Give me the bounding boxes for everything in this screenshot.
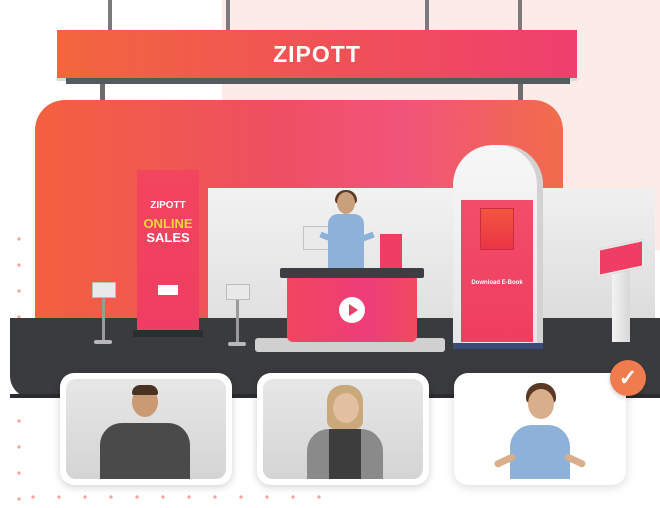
virtual-booth-scene: ZIPOTT ZIPOTT ONLINE SALES Download E-Bo… bbox=[0, 0, 660, 508]
hanging-rod bbox=[518, 0, 522, 30]
tower-base bbox=[453, 343, 543, 349]
counter-display-box bbox=[380, 234, 402, 272]
banner-title: ZIPOTT bbox=[273, 40, 361, 67]
avatar-preview bbox=[460, 379, 620, 479]
avatar-body bbox=[100, 423, 190, 479]
reception-counter bbox=[287, 278, 417, 342]
banner-underside bbox=[66, 78, 570, 84]
avatar-hair bbox=[132, 385, 158, 395]
hanging-rod bbox=[425, 0, 429, 30]
stand-pole bbox=[102, 298, 105, 340]
avatar-option-male[interactable] bbox=[60, 373, 232, 485]
checkmark-icon: ✓ bbox=[610, 360, 646, 396]
download-ebook-label: Download E-Book bbox=[471, 280, 523, 286]
rollup-brand: ZIPOTT bbox=[150, 200, 186, 211]
play-icon bbox=[349, 304, 358, 316]
hanging-rod bbox=[108, 0, 112, 30]
avatar-shirt bbox=[329, 429, 361, 479]
avatar-head bbox=[528, 389, 554, 419]
rollup-line-1: ONLINE bbox=[143, 216, 193, 231]
avatar-option-female-blonde[interactable] bbox=[257, 373, 429, 485]
download-ebook-screen[interactable]: Download E-Book bbox=[461, 200, 533, 342]
kiosk-screen bbox=[598, 239, 644, 277]
rollup-base bbox=[133, 330, 203, 337]
stand-base bbox=[228, 342, 246, 346]
avatar-option-female-blue[interactable] bbox=[454, 373, 626, 485]
avatar-body bbox=[510, 425, 570, 479]
kiosk-pole bbox=[612, 264, 630, 342]
kiosk[interactable] bbox=[598, 239, 644, 344]
counter-top bbox=[280, 268, 424, 278]
booth-host-avatar bbox=[318, 190, 375, 276]
hanging-rod bbox=[226, 0, 230, 30]
rollup-banner[interactable]: ZIPOTT ONLINE SALES bbox=[137, 170, 199, 330]
play-video-button[interactable] bbox=[339, 297, 365, 323]
avatar-preview bbox=[66, 379, 226, 479]
rollup-line-2: SALES bbox=[146, 230, 190, 245]
brochure-holder bbox=[226, 284, 250, 300]
avatar-preview bbox=[263, 379, 423, 479]
avatar-selector bbox=[0, 368, 660, 508]
stand-pole bbox=[236, 300, 239, 342]
brochure-stand[interactable] bbox=[226, 284, 250, 346]
brochure-holder bbox=[92, 282, 116, 298]
host-head bbox=[337, 192, 355, 214]
brochure-stand[interactable] bbox=[92, 282, 116, 344]
host-body bbox=[328, 214, 364, 276]
ebook-logo-icon bbox=[480, 208, 514, 250]
stand-base bbox=[94, 340, 112, 344]
rollup-tag bbox=[158, 285, 178, 295]
booth-banner: ZIPOTT bbox=[57, 30, 577, 78]
avatar-head bbox=[333, 393, 359, 423]
